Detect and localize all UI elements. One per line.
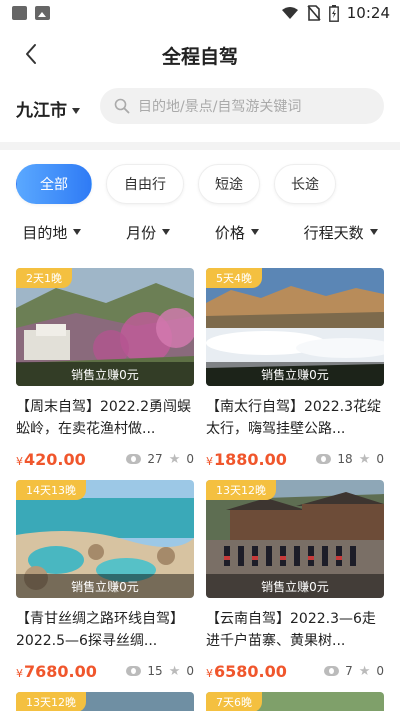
trip-card[interactable]: 5天4晚 销售立赚0元 【南太行自驾】2022.3花绽太行，嗨驾挂壁公路... … [206, 268, 384, 469]
price-value: 420.00 [24, 449, 86, 469]
filter-month[interactable]: 月份 [126, 220, 171, 244]
trip-image: 5天4晚 销售立赚0元 [206, 268, 384, 386]
tab-long-trip[interactable]: 长途 [274, 164, 336, 204]
trip-card-partial[interactable]: 7天6晚 [206, 692, 384, 711]
category-tabs: 全部 自由行 短途 长途 [16, 164, 336, 204]
trip-price: ¥1880.00 [206, 450, 287, 469]
clock: 10:24 [346, 4, 390, 22]
filter-label: 月份 [126, 223, 157, 242]
price-value: 7680.00 [24, 661, 97, 681]
filter-destination[interactable]: 目的地 [22, 220, 82, 244]
tab-free-travel[interactable]: 自由行 [106, 164, 184, 204]
sale-label: 销售立赚0元 [16, 362, 194, 386]
caret-down-icon [73, 229, 82, 235]
sale-label: 销售立赚0元 [206, 362, 384, 386]
duration-badge: 5天4晚 [206, 268, 262, 288]
trip-image: 2天1晚 销售立赚0元 [16, 268, 194, 386]
trip-title: 【周末自驾】2022.2勇闯蜈蚣岭，在卖花渔村做... [16, 399, 191, 437]
page-title: 全程自驾 [161, 46, 238, 68]
trip-title: 【青甘丝绸之路环线自驾】2022.5—6探寻丝绸... [16, 611, 184, 649]
wifi-icon [281, 7, 298, 19]
trip-image: 14天13晚 销售立赚0元 [16, 480, 194, 598]
duration-badge: 2天1晚 [16, 268, 72, 288]
status-bar: 10:24 [0, 0, 400, 28]
battery-icon [328, 4, 339, 22]
view-count: 18 [337, 452, 353, 466]
star-icon[interactable]: ★ [169, 664, 181, 679]
sale-label: 销售立赚0元 [16, 574, 194, 598]
no-sim-icon [307, 5, 321, 21]
view-count: 7 [345, 664, 353, 678]
favorite-count: 0 [186, 452, 194, 466]
currency-symbol: ¥ [206, 666, 213, 680]
currency-symbol: ¥ [16, 454, 23, 468]
tab-all[interactable]: 全部 [16, 164, 92, 204]
caret-down-icon [250, 229, 259, 235]
view-count: 27 [147, 452, 163, 466]
filter-label: 目的地 [22, 223, 68, 242]
duration-badge: 14天13晚 [16, 480, 86, 500]
caret-down-icon [72, 108, 80, 114]
main-content: 全部 自由行 短途 长途 目的地 月份 价格 行程天数 2天1晚 销售立赚0元 … [0, 150, 400, 711]
eye-icon [126, 454, 142, 464]
filter-price[interactable]: 价格 [215, 220, 259, 244]
city-selector[interactable]: 九江市 [16, 96, 80, 121]
filter-bar: 目的地 月份 价格 行程天数 [0, 220, 400, 244]
price-value: 1880.00 [214, 449, 287, 469]
search-placeholder: 目的地/景点/自驾游关键词 [138, 99, 302, 115]
trip-title: 【南太行自驾】2022.3花绽太行，嗨驾挂壁公路... [206, 399, 381, 437]
tab-short-trip[interactable]: 短途 [198, 164, 260, 204]
city-label: 九江市 [16, 101, 67, 121]
favorite-count: 0 [376, 664, 384, 678]
favorite-count: 0 [186, 664, 194, 678]
star-icon[interactable]: ★ [359, 452, 371, 467]
price-value: 6580.00 [214, 661, 287, 681]
filter-label: 行程天数 [303, 223, 364, 242]
sale-label: 销售立赚0元 [206, 574, 384, 598]
filter-duration[interactable]: 行程天数 [304, 220, 378, 244]
app-header: 全程自驾 [0, 28, 400, 80]
currency-symbol: ¥ [16, 666, 23, 680]
trip-price: ¥420.00 [16, 450, 86, 469]
caret-down-icon [162, 229, 171, 235]
trip-title: 【云南自驾】2022.3—6走进千户苗寨、黄果树... [206, 611, 376, 649]
eye-icon [324, 666, 340, 676]
star-icon[interactable]: ★ [359, 664, 371, 679]
duration-badge: 13天12晚 [16, 692, 86, 711]
trip-image: 13天12晚 销售立赚0元 [206, 480, 384, 598]
trip-card-partial[interactable]: 13天12晚 [16, 692, 194, 711]
trip-card[interactable]: 13天12晚 销售立赚0元 【云南自驾】2022.3—6走进千户苗寨、黄果树..… [206, 480, 384, 681]
trip-price: ¥7680.00 [16, 662, 97, 681]
currency-symbol: ¥ [206, 454, 213, 468]
image-notification-icon [35, 6, 50, 20]
duration-badge: 7天6晚 [206, 692, 262, 711]
trip-price: ¥6580.00 [206, 662, 287, 681]
trip-card[interactable]: 2天1晚 销售立赚0元 【周末自驾】2022.2勇闯蜈蚣岭，在卖花渔村做... … [16, 268, 194, 469]
filter-label: 价格 [214, 223, 245, 242]
search-icon [114, 98, 130, 114]
search-input[interactable]: 目的地/景点/自驾游关键词 [100, 88, 384, 124]
caret-down-icon [369, 229, 378, 235]
notification-icons [12, 6, 50, 20]
duration-badge: 13天12晚 [206, 480, 276, 500]
search-row: 九江市 目的地/景点/自驾游关键词 [0, 80, 400, 142]
view-count: 15 [147, 664, 163, 678]
eye-icon [316, 454, 332, 464]
star-icon[interactable]: ★ [169, 452, 181, 467]
notification-app-icon [12, 6, 27, 20]
trip-card[interactable]: 14天13晚 销售立赚0元 【青甘丝绸之路环线自驾】2022.5—6探寻丝绸..… [16, 480, 194, 681]
eye-icon [126, 666, 142, 676]
favorite-count: 0 [376, 452, 384, 466]
